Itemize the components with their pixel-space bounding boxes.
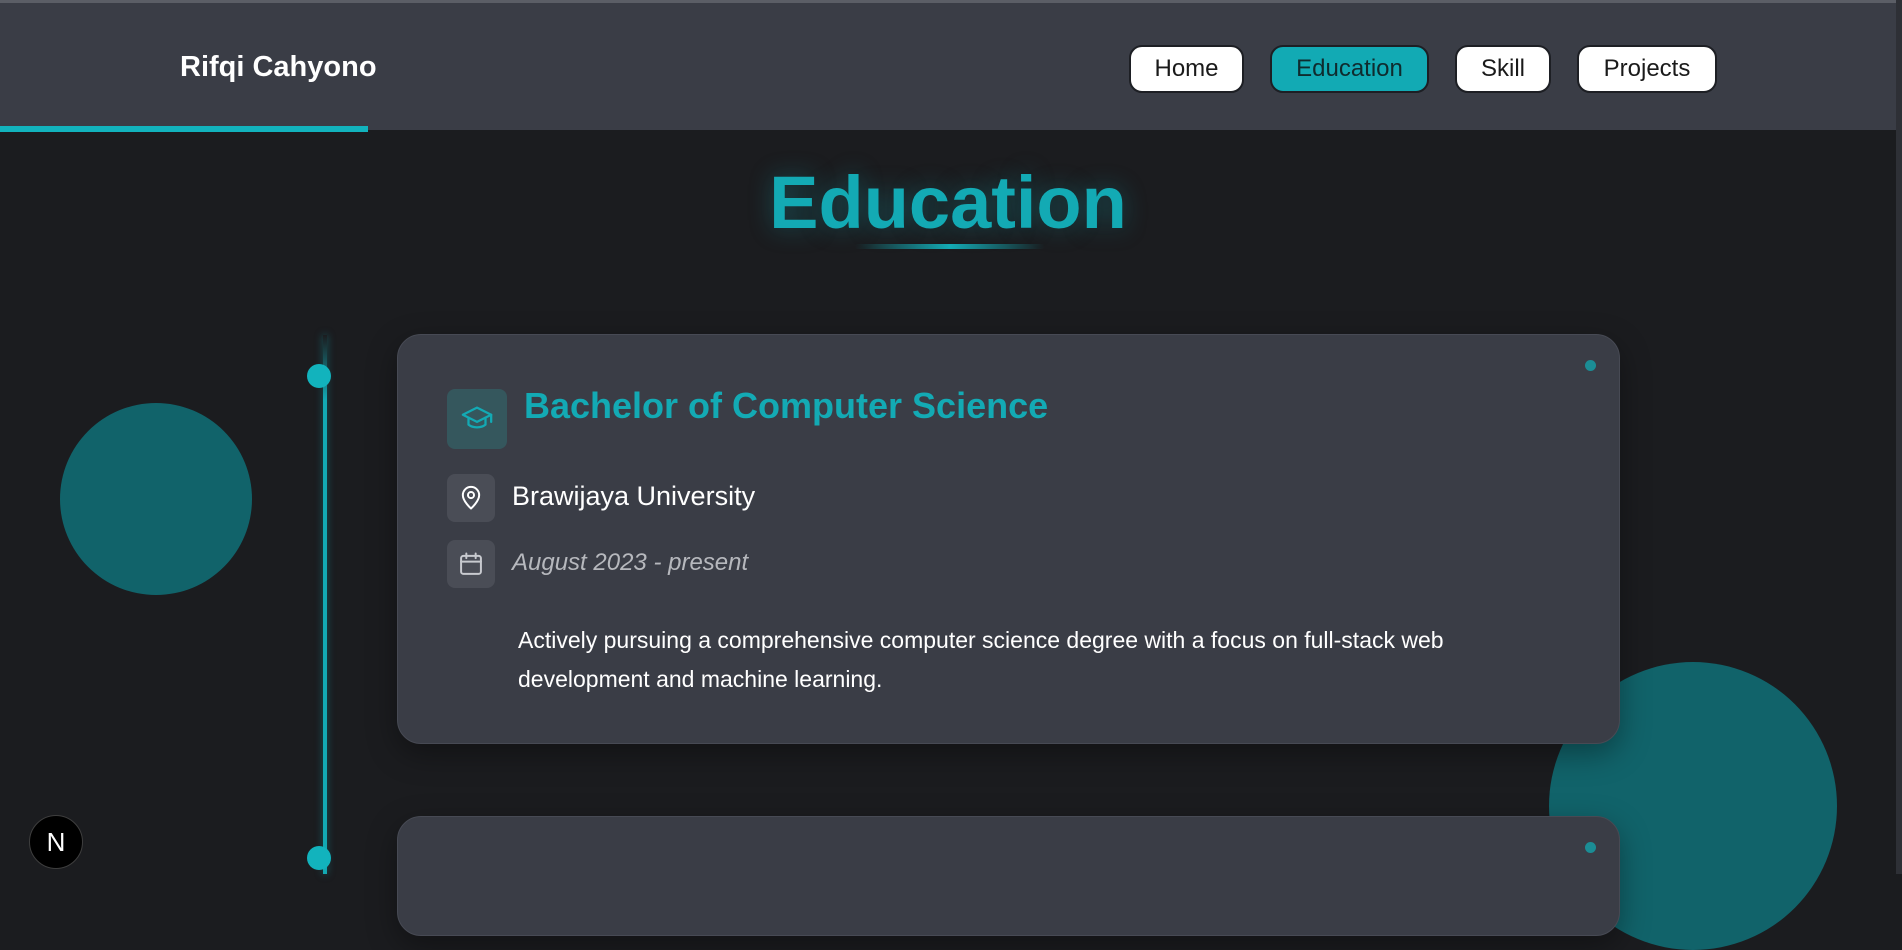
timeline-dot xyxy=(307,364,331,388)
degree-icon-box xyxy=(447,389,507,449)
nav-projects-button[interactable]: Projects xyxy=(1577,45,1717,93)
graduation-cap-icon xyxy=(461,406,493,429)
map-pin-icon xyxy=(461,486,481,510)
education-card: Bachelor of Computer Science Brawijaya U… xyxy=(397,334,1620,744)
nextjs-logo-icon: N xyxy=(46,826,66,857)
study-period: August 2023 - present xyxy=(512,549,749,576)
scrollbar-track[interactable] xyxy=(1896,0,1902,874)
title-underline xyxy=(855,244,1045,249)
calendar-icon xyxy=(460,552,482,575)
nextjs-dev-badge[interactable]: N xyxy=(29,815,83,869)
timeline-dot xyxy=(307,846,331,870)
nav-skill-button[interactable]: Skill xyxy=(1455,45,1551,93)
brand-name[interactable]: Rifqi Cahyono xyxy=(180,51,377,84)
decorative-circle-left xyxy=(60,403,252,595)
calendar-icon-box xyxy=(447,540,495,588)
nav-education-button[interactable]: Education xyxy=(1270,45,1429,93)
degree-title: Bachelor of Computer Science xyxy=(524,385,1049,426)
location-icon-box xyxy=(447,474,495,522)
timeline-line xyxy=(323,335,327,874)
school-name: Brawijaya University xyxy=(512,481,756,511)
nav-home-button[interactable]: Home xyxy=(1129,45,1244,93)
education-card xyxy=(397,816,1620,936)
scroll-progress-bar xyxy=(0,126,368,132)
education-description: Actively pursuing a comprehensive comput… xyxy=(518,627,1444,692)
section-title: Education xyxy=(769,161,1127,244)
card-corner-dot xyxy=(1585,842,1596,853)
navbar: Rifqi Cahyono Home Education Skill Proje… xyxy=(0,3,1896,132)
card-corner-dot xyxy=(1585,360,1596,371)
